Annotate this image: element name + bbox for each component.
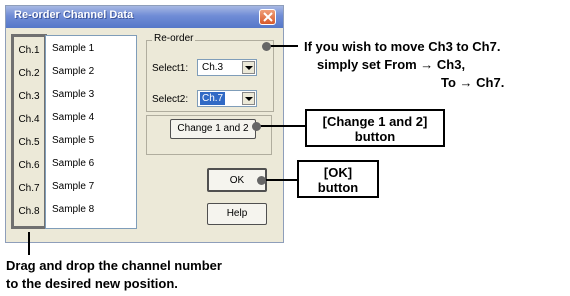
change-callout-subtitle: button	[354, 129, 396, 144]
ok-callout-title: [OK]	[323, 165, 353, 180]
ok-callout-subtitle: button	[317, 180, 359, 195]
drag-instruction-line1: Drag and drop the channel number	[6, 258, 222, 273]
ok-button-callout: [OK] button	[297, 160, 379, 198]
change-callout-title: [Change 1 and 2]	[322, 114, 428, 129]
move-instruction-line1: If you wish to move Ch3 to Ch7.	[304, 39, 501, 54]
move-instruction-line3: To → Ch7.	[441, 75, 505, 90]
change-button-callout: [Change 1 and 2] button	[305, 109, 445, 147]
callout-dot	[262, 42, 271, 51]
move-instruction-line2: simply set From → Ch3,	[317, 57, 466, 72]
callout-dot	[257, 176, 266, 185]
callout-dot	[252, 122, 261, 131]
drag-instruction-line2: to the desired new position.	[6, 276, 178, 291]
